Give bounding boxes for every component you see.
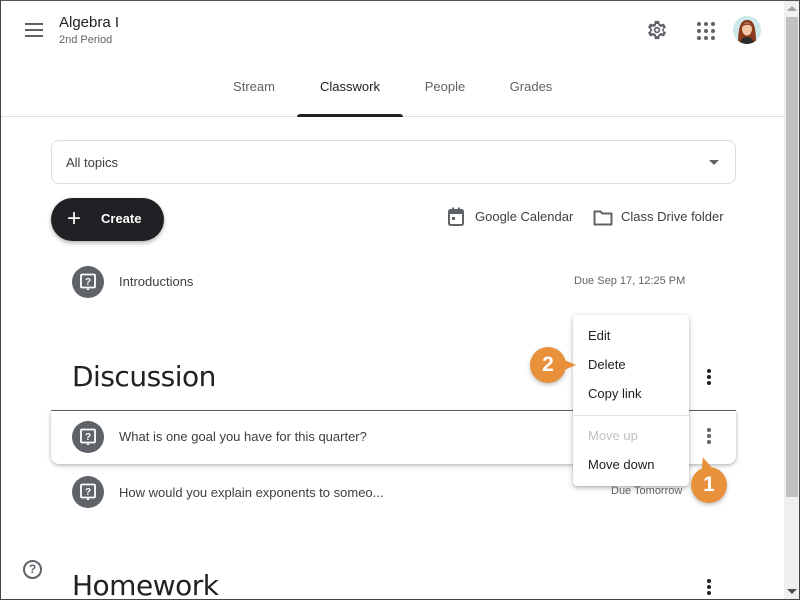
- class-section: 2nd Period: [59, 34, 113, 46]
- vertical-scrollbar[interactable]: [784, 1, 799, 599]
- menu-item-edit[interactable]: Edit: [573, 322, 689, 350]
- svg-text:?: ?: [85, 487, 91, 498]
- svg-text:?: ?: [85, 432, 91, 443]
- topic-heading-homework: Homework: [72, 569, 219, 600]
- tab-people[interactable]: People: [415, 69, 475, 117]
- tab-grades[interactable]: Grades: [499, 69, 563, 117]
- menu-divider: [573, 415, 689, 416]
- tab-classwork[interactable]: Classwork: [297, 69, 403, 117]
- item-title: Introductions: [119, 274, 194, 289]
- more-options-icon[interactable]: [699, 577, 719, 599]
- google-calendar-button[interactable]: Google Calendar: [447, 207, 582, 227]
- topics-selected-value: All topics: [66, 155, 119, 170]
- item-title: What is one goal you have for this quart…: [119, 429, 367, 444]
- topics-dropdown[interactable]: All topics: [51, 140, 736, 184]
- item-due-date: Due Tomorrow: [611, 485, 683, 497]
- item-due-date: Due Sep 17, 12:25 PM: [574, 275, 686, 287]
- create-label: Create: [101, 211, 142, 226]
- item-title: How would you explain exponents to someo…: [119, 485, 384, 500]
- more-options-icon[interactable]: [699, 426, 719, 450]
- question-icon: ?: [72, 476, 104, 508]
- folder-icon: [593, 210, 613, 226]
- menu-item-copy-link[interactable]: Copy link: [573, 380, 689, 408]
- list-item[interactable]: ? Introductions Due Sep 17, 12:25 PM: [51, 261, 736, 303]
- user-avatar[interactable]: [733, 16, 761, 44]
- question-icon: ?: [72, 421, 104, 453]
- step-callout-1: 1: [691, 467, 727, 503]
- menu-item-move-up: Move up: [588, 428, 638, 443]
- hamburger-menu-icon[interactable]: [25, 23, 43, 37]
- menu-item-move-down[interactable]: Move down: [573, 451, 689, 479]
- menu-item-delete[interactable]: Delete: [573, 351, 689, 379]
- google-calendar-label: Google Calendar: [475, 209, 574, 224]
- scroll-down-arrow-icon[interactable]: [787, 589, 797, 594]
- tab-stream[interactable]: Stream: [223, 69, 285, 117]
- classroom-window: Algebra I 2nd Period Stream Classwork Pe…: [0, 0, 800, 600]
- plus-icon: +: [67, 205, 82, 232]
- calendar-icon: [448, 207, 464, 226]
- create-button[interactable]: + Create: [51, 198, 164, 241]
- topic-heading-discussion: Discussion: [72, 360, 216, 393]
- gear-icon[interactable]: [646, 19, 668, 41]
- apps-grid-icon[interactable]: [694, 19, 716, 41]
- scrollbar-thumb[interactable]: [786, 17, 798, 497]
- step-callout-2: 2: [530, 347, 576, 383]
- svg-text:?: ?: [85, 277, 91, 288]
- scroll-up-arrow-icon[interactable]: [787, 6, 797, 11]
- help-icon[interactable]: ?: [23, 560, 42, 579]
- class-drive-folder-button[interactable]: Class Drive folder: [593, 207, 733, 227]
- dropdown-arrow-icon: [709, 160, 719, 165]
- class-drive-folder-label: Class Drive folder: [621, 209, 724, 224]
- class-title[interactable]: Algebra I: [59, 14, 119, 31]
- question-icon: ?: [72, 266, 104, 298]
- tab-bar: Stream Classwork People Grades: [1, 69, 784, 117]
- more-options-icon[interactable]: [699, 367, 719, 391]
- context-menu: Edit Delete Copy link Move up Move down: [573, 315, 689, 486]
